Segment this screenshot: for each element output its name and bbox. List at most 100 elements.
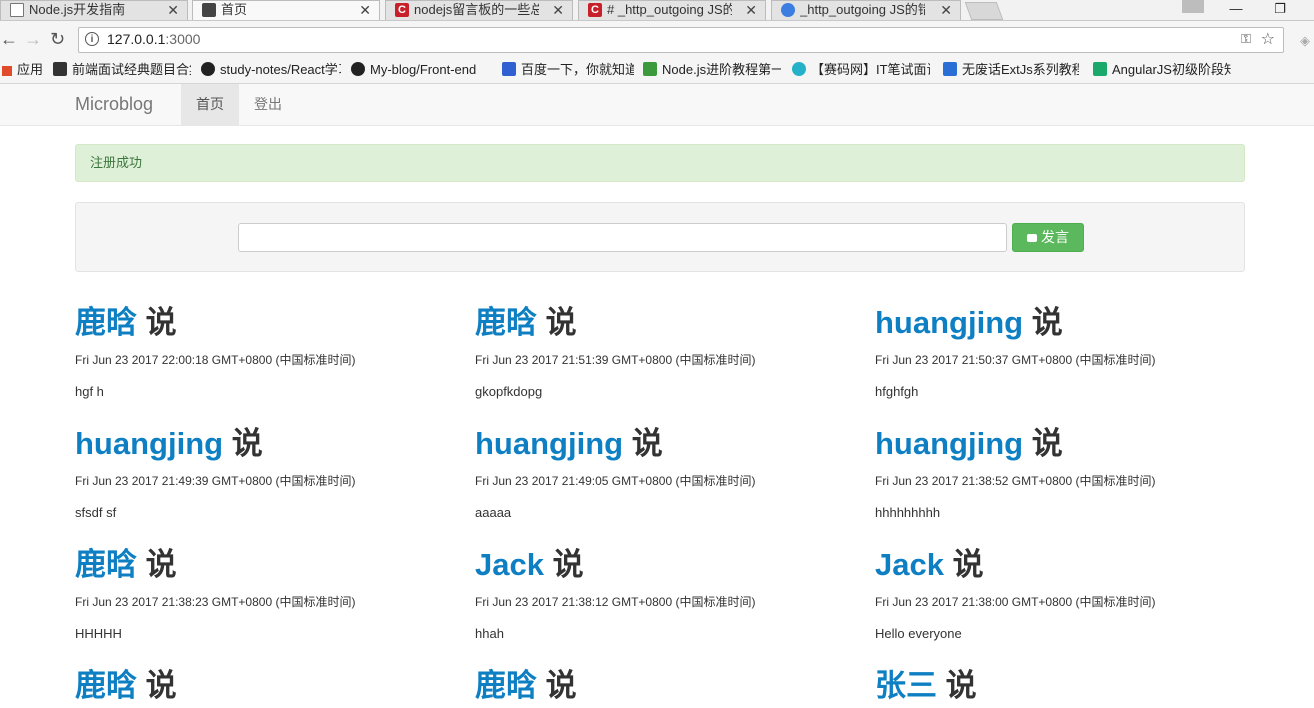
browser-tab-5[interactable]: _http_outgoing JS的错误 ✕ (771, 0, 961, 20)
bookmark-label: Node.js进阶教程第一 (662, 62, 781, 77)
github-icon (201, 62, 215, 76)
close-icon[interactable]: ✕ (552, 1, 564, 19)
key-icon[interactable]: ⚿ (1241, 31, 1251, 47)
post-user-link[interactable]: huangjing (875, 305, 1023, 340)
bookmark-label: 应用 (17, 62, 44, 77)
info-icon[interactable]: i (85, 32, 99, 46)
post-heading: 鹿晗 说 (75, 547, 465, 583)
bookmark-icon (643, 62, 657, 76)
post-heading: 张三 说 (875, 668, 1265, 704)
bookmark-apps[interactable]: 应用 (2, 61, 43, 78)
tab-label: nodejs留言板的一些总结 (414, 2, 539, 17)
post-item: 鹿晗 说 (475, 668, 865, 704)
post-user-link[interactable]: 鹿晗 (475, 668, 537, 703)
post-form: 发言 (75, 202, 1245, 272)
bookmark-item[interactable]: study-notes/React学习 (201, 61, 341, 78)
post-input[interactable] (238, 223, 1007, 252)
says-label: 说 (145, 305, 177, 340)
post-time: Fri Jun 23 2017 22:00:18 GMT+0800 (中国标准时… (75, 353, 356, 367)
extension-icon[interactable]: ◈ (1300, 33, 1310, 49)
post-heading: 鹿晗 说 (75, 305, 465, 341)
says-label: 说 (631, 426, 663, 461)
post-user-link[interactable]: 鹿晗 (75, 305, 137, 340)
post-item: huangjing 说 Fri Jun 23 2017 21:50:37 GMT… (875, 305, 1265, 400)
post-item: 张三 说 (875, 668, 1265, 704)
post-time: Fri Jun 23 2017 21:38:52 GMT+0800 (中国标准时… (875, 474, 1156, 488)
bookmark-item[interactable]: 前端面试经典题目合集 (53, 61, 191, 78)
says-label: 说 (945, 668, 977, 703)
post-item: Jack 说 Fri Jun 23 2017 21:38:12 GMT+0800… (475, 547, 865, 642)
post-time: Fri Jun 23 2017 21:49:39 GMT+0800 (中国标准时… (75, 474, 356, 488)
globe-icon (781, 3, 795, 17)
new-tab-button[interactable] (964, 2, 1004, 20)
close-icon[interactable]: ✕ (359, 1, 371, 19)
bookmark-label: AngularJS初级阶段知识 (1112, 62, 1231, 77)
post-user-link[interactable]: huangjing (475, 426, 623, 461)
bookmark-item[interactable]: 无废话ExtJs系列教程 (943, 61, 1079, 78)
bookmark-item[interactable]: 百度一下，你就知道 (502, 61, 634, 78)
post-heading: 鹿晗 说 (75, 668, 465, 704)
bookmark-item[interactable]: My-blog/Front-end (351, 61, 489, 78)
says-label: 说 (952, 547, 984, 582)
close-icon[interactable]: ✕ (940, 1, 952, 19)
post-user-link[interactable]: Jack (475, 547, 544, 582)
restore-icon[interactable]: ❐ (1258, 0, 1302, 20)
says-label: 说 (1031, 305, 1063, 340)
post-time: Fri Jun 23 2017 21:38:23 GMT+0800 (中国标准时… (75, 595, 356, 609)
tab-label: # _http_outgoing JS的错误 (607, 2, 732, 17)
url-host: 127.0.0.1 (107, 31, 166, 47)
bookmark-item[interactable]: AngularJS初级阶段知识 (1093, 61, 1231, 78)
says-label: 说 (552, 547, 584, 582)
bookmark-icon (943, 62, 957, 76)
user-profile-icon[interactable] (1182, 0, 1204, 13)
brand-link[interactable]: Microblog (75, 94, 153, 115)
post-time: Fri Jun 23 2017 21:50:37 GMT+0800 (中国标准时… (875, 353, 1156, 367)
bookmark-item[interactable]: Node.js进阶教程第一 (643, 61, 781, 78)
star-icon[interactable]: ☆ (1261, 29, 1275, 49)
nav-logout[interactable]: 登出 (239, 84, 297, 125)
nav-home[interactable]: 首页 (181, 84, 239, 125)
post-item: Jack 说 Fri Jun 23 2017 21:38:00 GMT+0800… (875, 547, 1265, 642)
post-user-link[interactable]: 张三 (875, 668, 937, 703)
back-icon[interactable]: ← (0, 29, 18, 49)
post-time: Fri Jun 23 2017 21:51:39 GMT+0800 (中国标准时… (475, 353, 756, 367)
post-heading: 鹿晗 说 (475, 668, 865, 704)
success-alert: 注册成功 (75, 144, 1245, 182)
post-text: sfsdf sf (75, 505, 117, 520)
post-heading: huangjing 说 (875, 305, 1265, 341)
tab-label: 首页 (221, 2, 248, 17)
post-time: Fri Jun 23 2017 21:49:05 GMT+0800 (中国标准时… (475, 474, 756, 488)
browser-tab-4[interactable]: C # _http_outgoing JS的错误 ✕ (578, 0, 766, 20)
url-port: :3000 (165, 31, 201, 47)
post-user-link[interactable]: 鹿晗 (75, 547, 137, 582)
close-icon[interactable]: ✕ (167, 1, 179, 19)
close-icon[interactable]: ✕ (745, 1, 757, 19)
bookmark-label: 前端面试经典题目合集 (72, 62, 191, 77)
post-user-link[interactable]: huangjing (875, 426, 1023, 461)
url-text[interactable]: 127.0.0.1:3000 (107, 31, 200, 47)
browser-tab-2[interactable]: 首页 ✕ (192, 0, 380, 20)
browser-tab-1[interactable]: Node.js开发指南 ✕ (0, 0, 188, 20)
address-bar[interactable]: i 127.0.0.1:3000 ⚿ ☆ (78, 27, 1284, 53)
forward-icon[interactable]: → (24, 29, 42, 49)
post-heading: 鹿晗 说 (475, 305, 865, 341)
post-text: hgf h (75, 384, 104, 399)
minimize-icon[interactable]: — (1214, 0, 1258, 20)
browser-tab-3[interactable]: C nodejs留言板的一些总结 ✕ (385, 0, 573, 20)
post-user-link[interactable]: huangjing (75, 426, 223, 461)
csdn-icon: C (588, 3, 602, 17)
bookmarks-bar: 应用 前端面试经典题目合集 study-notes/React学习 My-blo… (0, 57, 1314, 84)
saima-icon (792, 62, 806, 76)
bookmark-item[interactable]: 【赛码网】IT笔试面试 (792, 61, 930, 78)
post-heading: Jack 说 (475, 547, 865, 583)
post-item: huangjing 说 Fri Jun 23 2017 21:49:39 GMT… (75, 426, 465, 521)
post-user-link[interactable]: 鹿晗 (75, 668, 137, 703)
apps-icon (2, 66, 12, 76)
post-user-link[interactable]: Jack (875, 547, 944, 582)
tab-label: Node.js开发指南 (29, 2, 126, 17)
post-button[interactable]: 发言 (1012, 223, 1084, 252)
post-time: Fri Jun 23 2017 21:38:00 GMT+0800 (中国标准时… (875, 595, 1156, 609)
reload-icon[interactable]: ↻ (50, 29, 65, 49)
post-user-link[interactable]: 鹿晗 (475, 305, 537, 340)
comment-icon (1027, 234, 1037, 242)
